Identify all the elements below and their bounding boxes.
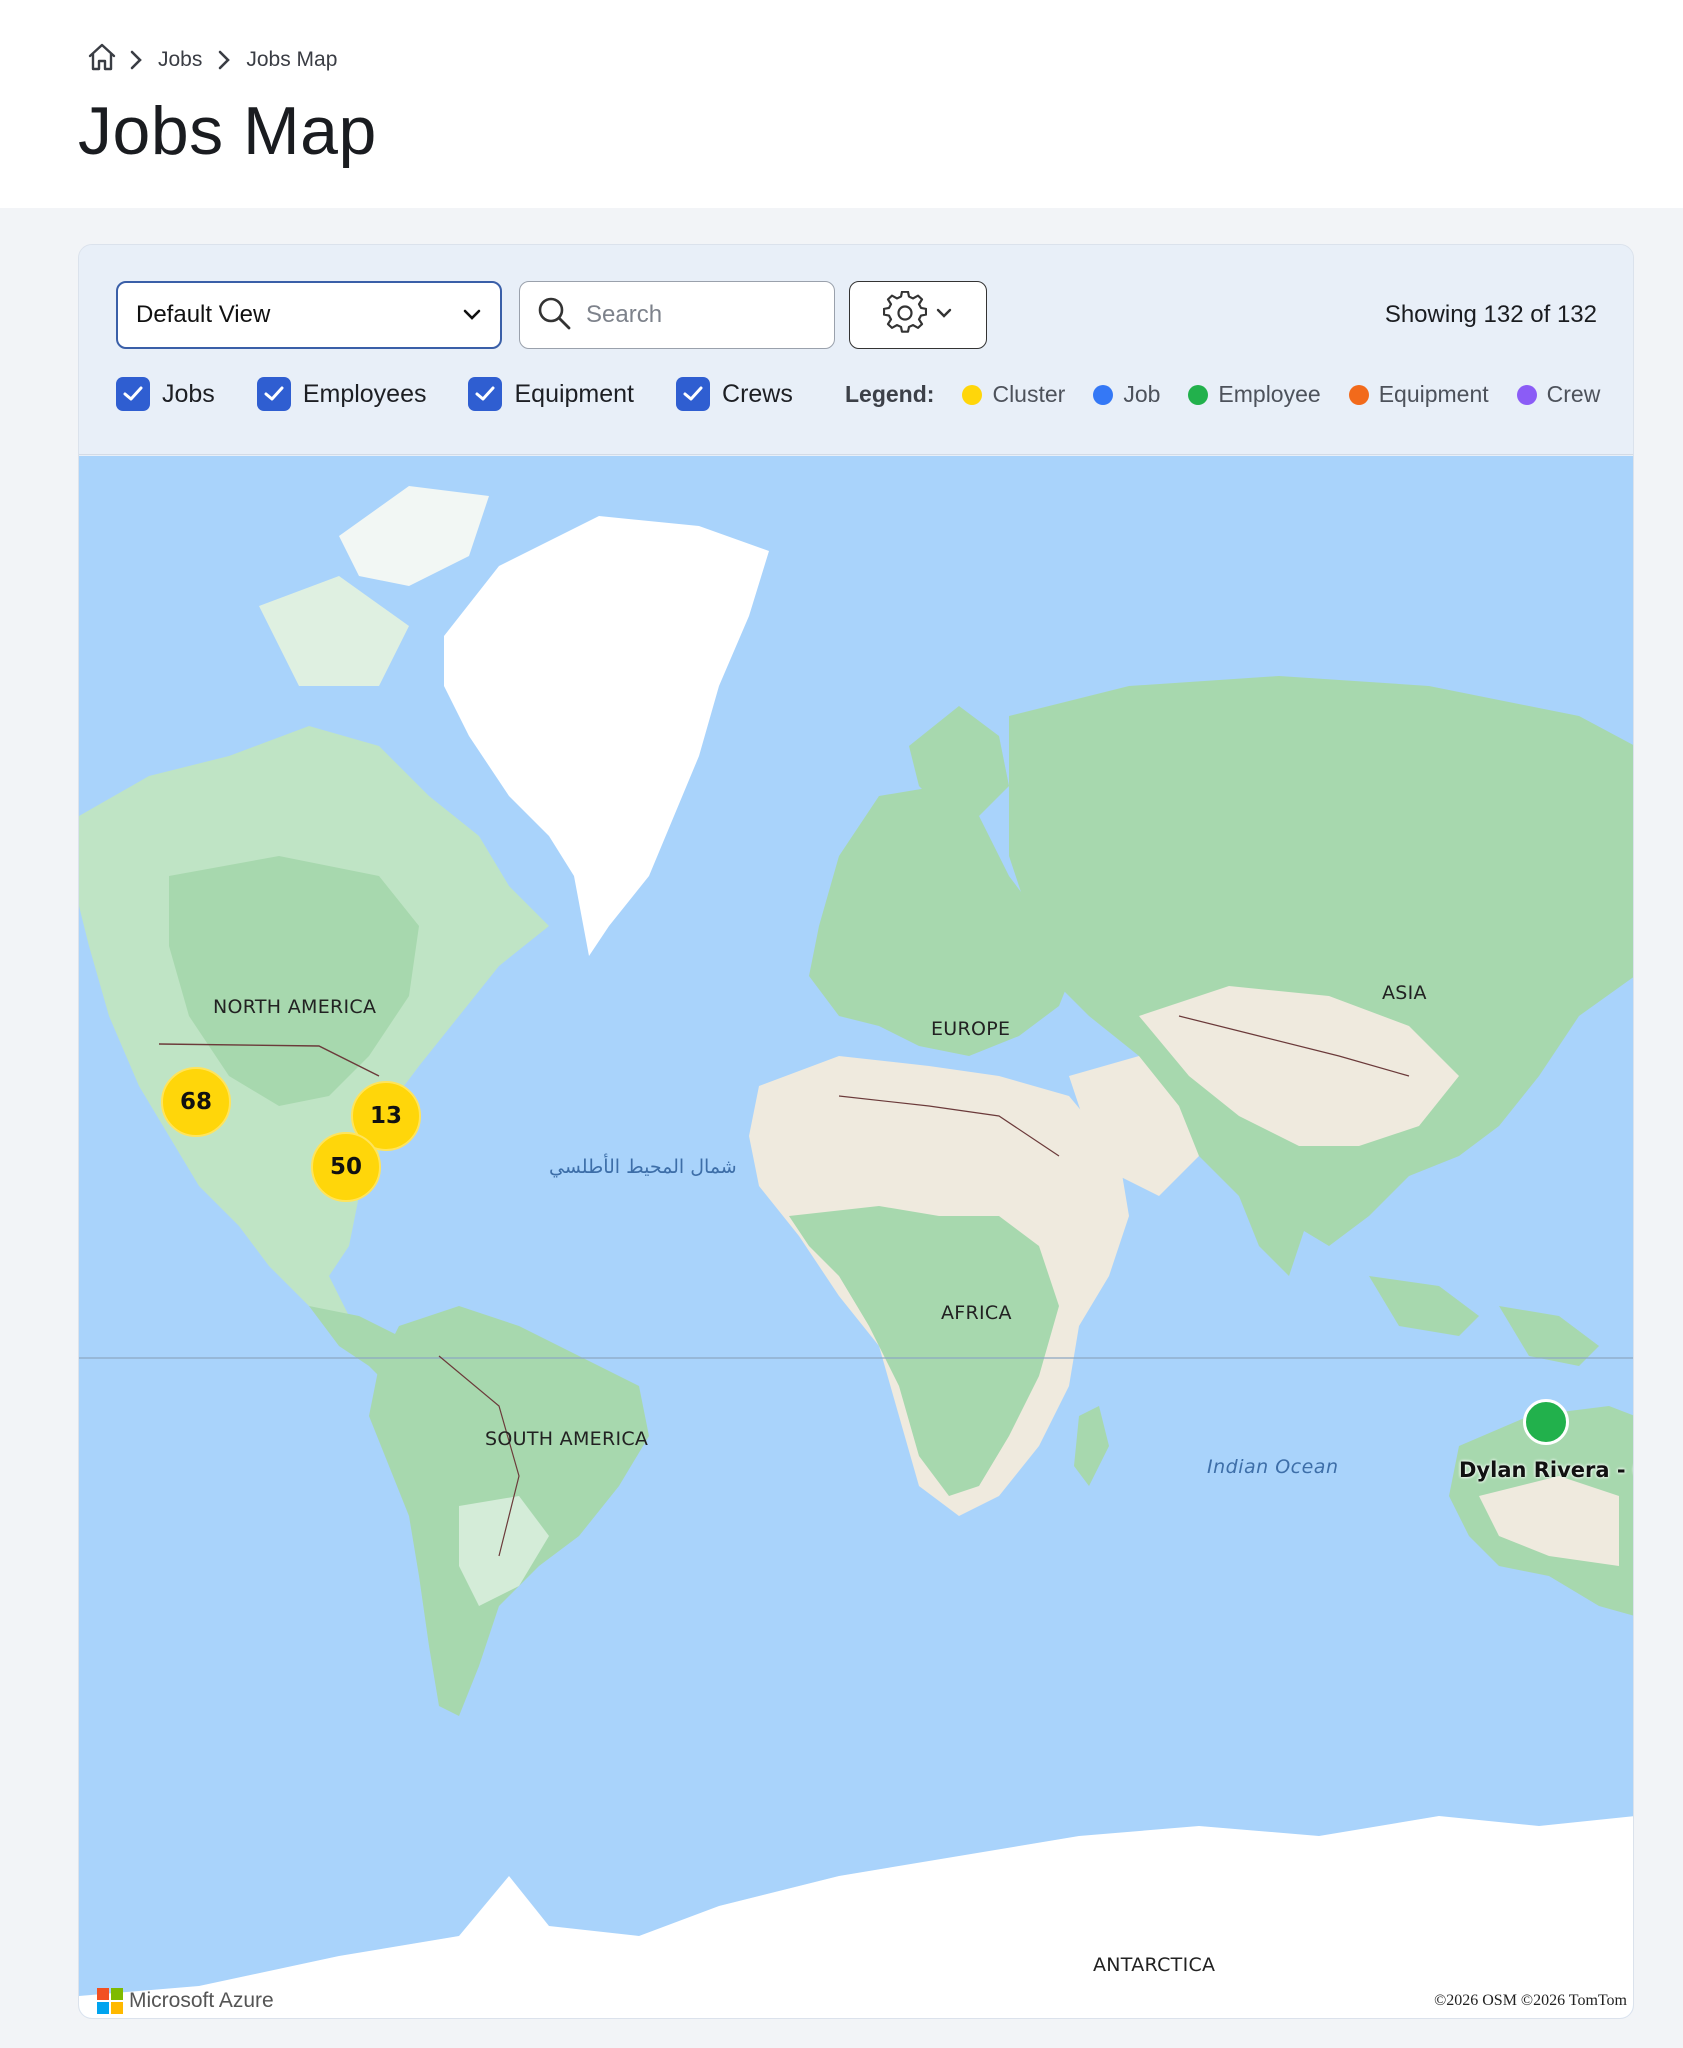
search-input[interactable]: [586, 301, 806, 329]
legend-dot: [1516, 384, 1537, 405]
checkbox-checked-icon[interactable]: [116, 377, 150, 411]
legend-title: Legend:: [845, 381, 935, 407]
settings-button[interactable]: [849, 281, 987, 349]
legend-label: Cluster: [992, 381, 1066, 407]
label-indian-ocean: Indian Ocean: [1207, 1456, 1339, 1478]
view-select[interactable]: Default View: [116, 281, 502, 349]
page-title: Jobs Map: [78, 93, 377, 169]
filter-equipment[interactable]: Equipment: [468, 377, 634, 411]
checkbox-checked-icon[interactable]: [676, 377, 711, 411]
microsoft-logo-icon: [97, 1988, 123, 2014]
map-brand: Microsoft Azure: [97, 1988, 274, 2014]
view-select-value: Default View: [136, 301, 271, 328]
chevron-right-icon: [206, 50, 242, 70]
map-card: Default View Showing 132 of 132 Jobs Emp…: [78, 244, 1634, 2019]
label-south-america: SOUTH AMERICA: [485, 1428, 649, 1450]
filter-label: Equipment: [514, 379, 635, 408]
map-basemap: [79, 486, 1633, 2018]
label-atlantic: شمال المحيط الأطلسي: [549, 1156, 737, 1178]
legend-item-employee: Employee: [1188, 381, 1321, 408]
filter-label: Employees: [302, 379, 427, 408]
legend-item-job: Job: [1093, 381, 1160, 408]
world-map[interactable]: NORTH AMERICA SOUTH AMERICA EUROPE AFRIC…: [79, 456, 1633, 2018]
result-count: Showing 132 of 132: [1384, 301, 1597, 328]
legend-dot: [1188, 384, 1209, 405]
chevron-down-icon: [935, 306, 953, 324]
legend-dot: [1348, 384, 1369, 405]
chevron-right-icon: [118, 50, 154, 70]
legend-item-crew: Crew: [1516, 381, 1601, 408]
legend-label: Employee: [1218, 381, 1321, 407]
search-box: [519, 281, 835, 349]
search-icon: [536, 295, 572, 336]
cluster-marker[interactable]: 50: [311, 1132, 381, 1202]
cluster-marker[interactable]: 68: [161, 1067, 231, 1137]
label-asia: ASIA: [1382, 982, 1427, 1004]
breadcrumb-jobs[interactable]: Jobs: [158, 48, 202, 72]
legend-dot: [962, 384, 983, 405]
home-icon[interactable]: [86, 42, 118, 78]
breadcrumb: Jobs Jobs Map: [86, 42, 341, 78]
chevron-down-icon: [462, 301, 482, 329]
cluster-count: 50: [329, 1154, 362, 1180]
page-header: Jobs Jobs Map Jobs Map: [0, 0, 1683, 208]
legend-label: Equipment: [1378, 381, 1489, 407]
map-copyright[interactable]: ©2026 OSM ©2026 TomTom: [1434, 1992, 1627, 2010]
employee-marker-label: Dylan Rivera - 600: [1459, 1458, 1633, 1482]
brand-text: Microsoft Azure: [129, 1989, 274, 2012]
legend-item-equipment: Equipment: [1348, 381, 1489, 408]
label-north-america: NORTH AMERICA: [213, 996, 377, 1018]
filter-jobs[interactable]: Jobs: [116, 377, 215, 411]
breadcrumb-current: Jobs Map: [246, 48, 338, 71]
gear-icon: [882, 290, 928, 340]
employee-marker[interactable]: [1523, 1399, 1569, 1445]
label-europe: EUROPE: [931, 1018, 1011, 1040]
checkbox-checked-icon[interactable]: [468, 377, 503, 411]
legend-label: Job: [1123, 381, 1161, 407]
legend-label: Crew: [1546, 381, 1601, 407]
map-toolbar: Default View Showing 132 of 132 Jobs Emp…: [79, 245, 1633, 455]
layer-filters: Jobs Employees Equipment Crews: [116, 377, 835, 411]
label-africa: AFRICA: [941, 1302, 1012, 1324]
filter-crews[interactable]: Crews: [676, 377, 793, 411]
map-legend: Legend: Cluster Job Employee Equipment C…: [845, 381, 1600, 408]
cluster-count: 68: [179, 1089, 212, 1115]
checkbox-checked-icon[interactable]: [256, 377, 291, 411]
cluster-count: 13: [369, 1103, 402, 1129]
filter-label: Crews: [722, 379, 793, 408]
legend-dot: [1093, 384, 1114, 405]
filter-employees[interactable]: Employees: [256, 377, 427, 411]
legend-item-cluster: Cluster: [962, 381, 1065, 408]
filter-label: Jobs: [162, 379, 215, 408]
label-antarctica: ANTARCTICA: [1093, 1954, 1216, 1976]
